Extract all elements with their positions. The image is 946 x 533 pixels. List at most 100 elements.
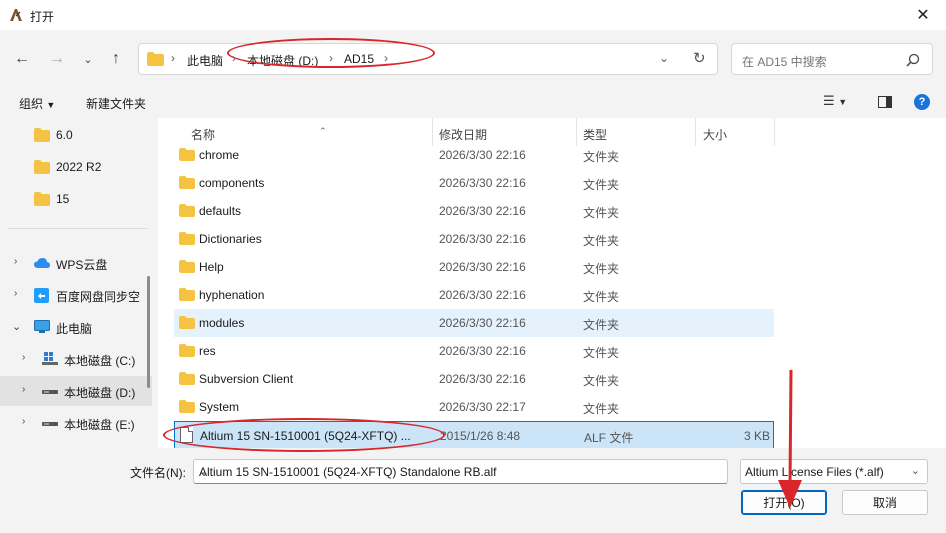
cancel-button[interactable]: 取消 <box>842 490 928 515</box>
table-row[interactable]: hyphenation 2026/3/30 22:16 文件夹 <box>174 281 774 309</box>
breadcrumb-this-pc[interactable]: 此电脑 <box>187 52 223 69</box>
file-date: 2026/3/30 22:16 <box>439 260 526 274</box>
folder-icon <box>34 128 50 142</box>
sidebar-item-drive-d[interactable]: › 本地磁盘 (D:) <box>0 376 152 406</box>
file-name: res <box>199 344 216 358</box>
refresh-icon[interactable]: ↻ <box>693 49 706 67</box>
help-icon[interactable]: ? <box>914 94 930 110</box>
organize-label: 组织 <box>19 97 44 111</box>
new-folder-button[interactable]: 新建文件夹 <box>86 95 146 112</box>
folder-icon <box>179 344 195 357</box>
file-date: 2026/3/30 22:16 <box>439 232 526 246</box>
chevron-right-icon[interactable]: › <box>22 352 25 363</box>
table-row[interactable]: chrome 2026/3/30 22:16 文件夹 <box>174 141 774 169</box>
breadcrumb-ad15[interactable]: AD15 <box>344 52 374 66</box>
sort-ascending-icon: ⌃ <box>319 126 327 136</box>
table-row[interactable]: res 2026/3/30 22:16 文件夹 <box>174 337 774 365</box>
sidebar-item-label: 百度网盘同步空 <box>56 290 141 304</box>
file-date: 2026/3/30 22:16 <box>439 316 526 330</box>
sidebar-item-label: 本地磁盘 (E:) <box>64 418 135 432</box>
file-name: defaults <box>199 204 242 218</box>
search-icon <box>906 53 920 67</box>
file-date: 2026/3/30 22:17 <box>439 400 526 414</box>
dialog-footer: 文件名(N): Altium 15 SN-1510001 (5Q24-XFTQ)… <box>0 448 946 533</box>
search-box[interactable]: 在 AD15 中搜索 <box>731 43 933 75</box>
chevron-down-icon[interactable]: ⌄ <box>199 465 720 479</box>
file-type: 文件夹 <box>583 374 620 388</box>
file-type: 文件夹 <box>583 234 620 248</box>
drive-icon <box>42 422 58 426</box>
caret-down-icon: ▼ <box>46 100 56 110</box>
address-bar[interactable]: › 此电脑 › 本地磁盘 (D:) › AD15 › ⌄ ↻ <box>138 43 718 75</box>
sidebar-item-label: 15 <box>56 192 70 206</box>
table-row[interactable]: Dictionaries 2026/3/30 22:16 文件夹 <box>174 225 774 253</box>
navigation-pane: 6.0 2022 R2 15 › WPS云盘 › 百度网盘同步空 ⌄ 此电脑 ›… <box>0 118 154 448</box>
sidebar-item-label: 6.0 <box>56 128 73 142</box>
chevron-right-icon[interactable]: › <box>22 384 25 395</box>
sidebar-item-2022-r2[interactable]: 2022 R2 <box>0 152 152 182</box>
folder-icon <box>34 192 50 206</box>
open-button[interactable]: 打开(O) <box>741 490 827 515</box>
address-dropdown-icon[interactable]: ⌄ <box>659 51 669 65</box>
file-date: 2026/3/30 22:16 <box>439 204 526 218</box>
chevron-down-icon[interactable]: ⌄ <box>12 320 21 333</box>
file-date: 2026/3/30 22:16 <box>439 372 526 386</box>
chevron-right-icon[interactable]: › <box>22 416 25 427</box>
drive-icon <box>42 390 58 394</box>
file-type: 文件夹 <box>583 262 620 276</box>
sidebar-item-baidu-sync[interactable]: › 百度网盘同步空 <box>0 280 152 310</box>
sidebar-item-label: 此电脑 <box>56 322 93 336</box>
filename-field[interactable]: Altium 15 SN-1510001 (5Q24-XFTQ) Standal… <box>193 459 728 484</box>
search-input[interactable]: 在 AD15 中搜索 <box>742 53 827 70</box>
app-icon <box>10 9 22 21</box>
folder-icon <box>34 160 50 174</box>
close-button[interactable]: ✕ <box>900 0 946 30</box>
folder-icon <box>179 232 195 245</box>
file-name: System <box>199 400 240 414</box>
file-icon <box>180 427 193 443</box>
table-row[interactable]: components 2026/3/30 22:16 文件夹 <box>174 169 774 197</box>
command-bar: 组织 ▼ 新建文件夹 ☰ ▼ ? <box>0 86 946 118</box>
table-row[interactable]: defaults 2026/3/30 22:16 文件夹 <box>174 197 774 225</box>
chevron-right-icon[interactable]: › <box>14 288 17 299</box>
computer-icon <box>34 320 50 333</box>
table-row-selected-file[interactable]: Altium 15 SN-1510001 (5Q24-XFTQ) ... 201… <box>174 421 774 449</box>
sidebar-item-15[interactable]: 15 <box>0 184 152 214</box>
file-date: 2026/3/30 22:16 <box>439 288 526 302</box>
file-name: chrome <box>199 148 240 162</box>
folder-icon <box>179 204 195 217</box>
table-row[interactable]: System 2026/3/30 22:17 文件夹 <box>174 393 774 421</box>
file-type: 文件夹 <box>583 290 620 304</box>
up-button[interactable]: ↑ <box>105 48 127 70</box>
table-row[interactable]: modules 2026/3/30 22:16 文件夹 <box>174 309 774 337</box>
sidebar-item-drive-e[interactable]: › 本地磁盘 (E:) <box>0 408 152 438</box>
column-divider[interactable] <box>774 118 775 146</box>
sidebar-item-6-0[interactable]: 6.0 <box>0 120 152 150</box>
sidebar-item-wps-cloud[interactable]: › WPS云盘 <box>0 248 152 278</box>
folder-icon <box>179 148 195 161</box>
sidebar-scrollbar[interactable] <box>147 276 150 388</box>
drive-c-icon <box>42 352 58 365</box>
cloud-icon <box>34 258 50 268</box>
title-bar: 打开 ✕ <box>0 0 946 30</box>
chevron-right-icon[interactable]: › <box>14 256 17 267</box>
back-button[interactable]: ← <box>11 48 33 70</box>
file-name: components <box>199 176 265 190</box>
recent-locations-button[interactable]: ⌄ <box>77 48 99 70</box>
forward-button[interactable]: → <box>46 48 68 70</box>
file-name: Dictionaries <box>199 232 262 246</box>
breadcrumb-drive-d[interactable]: 本地磁盘 (D:) <box>247 52 318 69</box>
table-row[interactable]: Subversion Client 2026/3/30 22:16 文件夹 <box>174 365 774 393</box>
view-menu-icon[interactable]: ☰ ▼ <box>823 93 847 109</box>
sidebar-item-this-pc[interactable]: ⌄ 此电脑 <box>0 312 152 342</box>
file-type-filter[interactable]: Altium License Files (*.alf) ⌄ <box>740 459 928 484</box>
sidebar-item-label: WPS云盘 <box>56 258 108 272</box>
preview-pane-icon[interactable] <box>878 96 892 108</box>
sidebar-item-label: 本地磁盘 (C:) <box>64 354 136 368</box>
table-row[interactable]: Help 2026/3/30 22:16 文件夹 <box>174 253 774 281</box>
sidebar-item-drive-c[interactable]: › 本地磁盘 (C:) <box>0 344 152 374</box>
filename-label: 文件名(N): <box>130 466 186 480</box>
file-name: Subversion Client <box>199 372 294 386</box>
close-icon: ✕ <box>916 7 930 24</box>
organize-button[interactable]: 组织 ▼ <box>19 95 55 112</box>
